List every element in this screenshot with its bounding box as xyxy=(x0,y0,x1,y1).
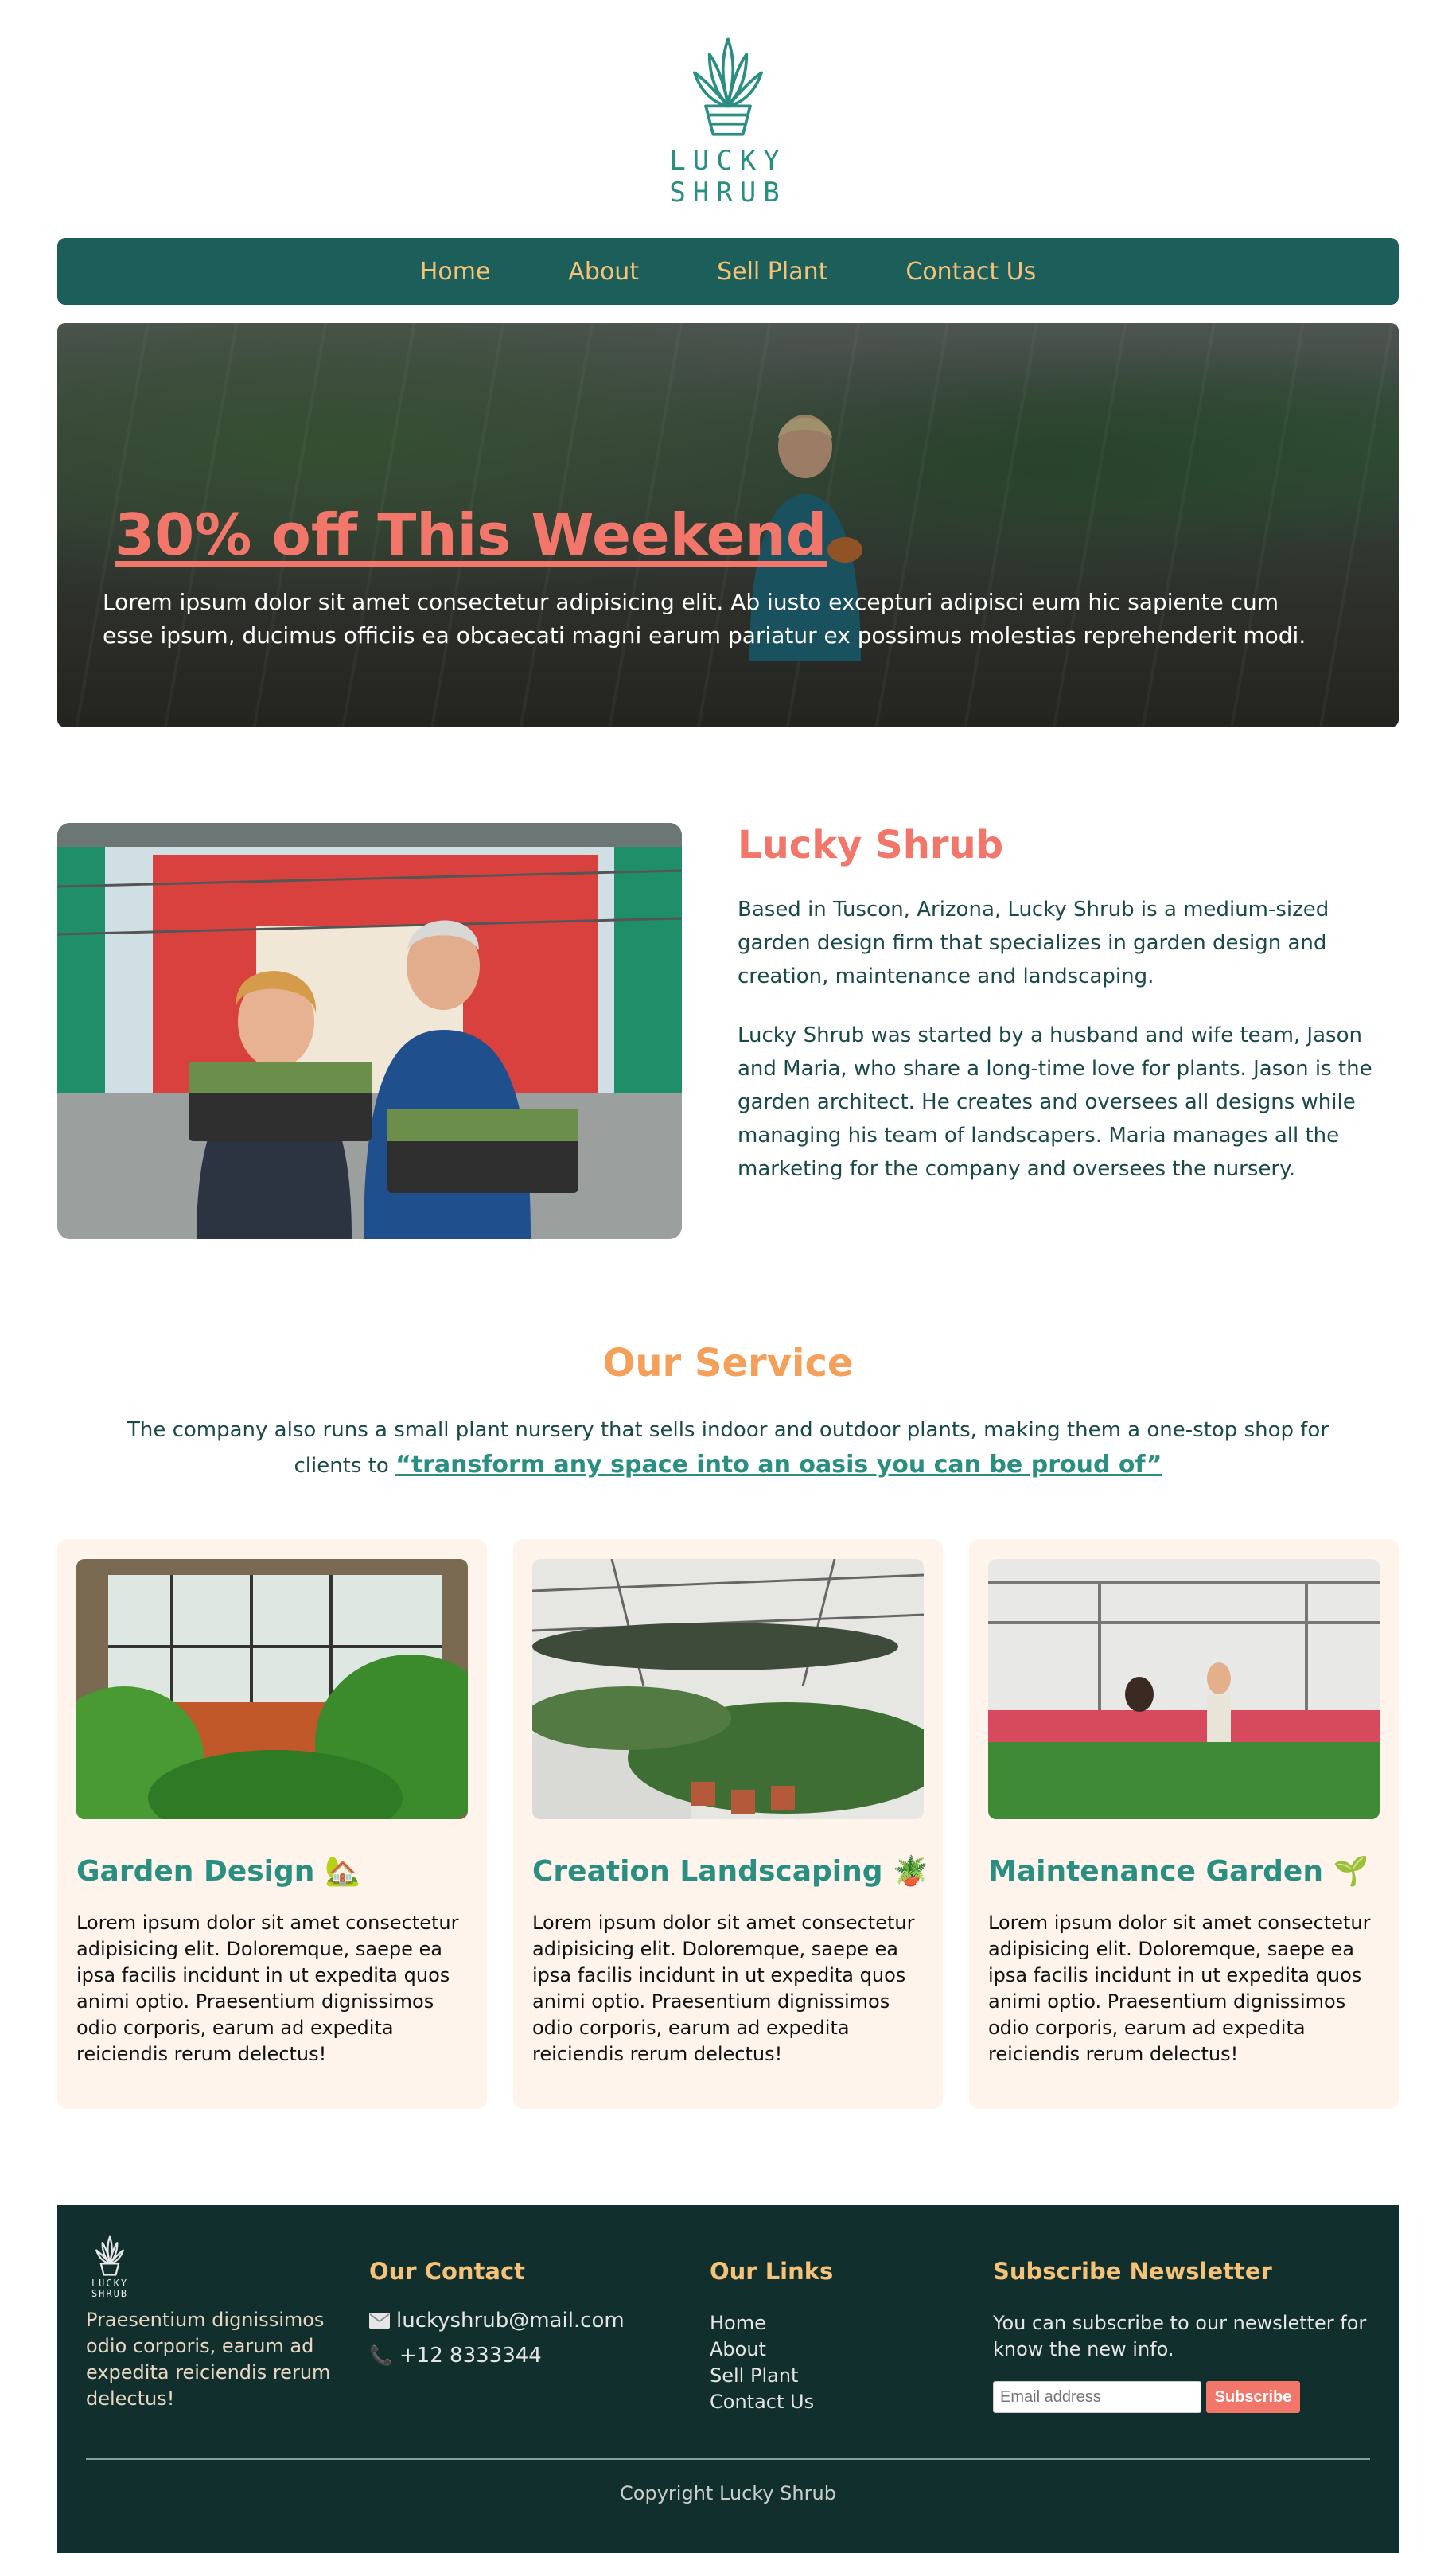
footer-logo[interactable]: LUCKY SHRUB xyxy=(86,2234,134,2299)
about-paragraph-1: Based in Tuscon, Arizona, Lucky Shrub is… xyxy=(738,898,1329,988)
newsletter-email-input[interactable] xyxy=(993,2381,1201,2413)
footer-logo-line2: SHRUB xyxy=(91,2288,129,2299)
nav-home[interactable]: Home xyxy=(420,258,491,286)
main-nav: Home About Sell Plant Contact Us xyxy=(57,238,1399,305)
nav-about[interactable]: About xyxy=(568,258,639,286)
footer-link-about[interactable]: About xyxy=(710,2337,814,2363)
service-card-image xyxy=(532,1559,924,1819)
footer-email-text[interactable]: luckyshrub@mail.com xyxy=(396,2309,625,2333)
footer-about-text: Praesentium dignissimos odio corporis, e… xyxy=(86,2309,331,2410)
service-card-text: Lorem ipsum dolor sit amet consectetur a… xyxy=(532,1912,915,2065)
seedling-icon: 🌱 xyxy=(1333,1855,1369,1888)
hero-headline[interactable]: 30% off This Weekend xyxy=(115,501,827,568)
footer-link-contact-us[interactable]: Contact Us xyxy=(710,2389,814,2415)
phone-icon: 📞 xyxy=(369,2344,393,2367)
service-card-image xyxy=(76,1559,468,1819)
nav-contact-us[interactable]: Contact Us xyxy=(905,258,1036,286)
logo-text-line1: LUCKY xyxy=(669,145,787,177)
logo-text-line2: SHRUB xyxy=(669,177,787,209)
site-logo[interactable]: LUCKY SHRUB xyxy=(0,32,1456,207)
service-card-maintenance-garden: Maintenance Garden 🌱 Lorem ipsum dolor s… xyxy=(969,1539,1399,2109)
site-footer: LUCKY SHRUB Praesentium dignissimos odio… xyxy=(57,2205,1399,2553)
house-icon: 🏡 xyxy=(324,1855,360,1888)
service-quote-link[interactable]: “transform any space into an oasis you c… xyxy=(395,1451,1162,1479)
about-photo xyxy=(57,823,682,1239)
footer-newsletter-text: You can subscribe to our newsletter for … xyxy=(993,2312,1367,2360)
service-card-title: Garden Design 🏡 xyxy=(76,1855,360,1888)
footer-phone-text[interactable]: +12 8333344 xyxy=(399,2344,542,2368)
service-card-garden-design: Garden Design 🏡 Lorem ipsum dolor sit am… xyxy=(57,1539,487,2109)
potted-plant-icon: 🪴 xyxy=(893,1855,928,1888)
service-card-image xyxy=(988,1559,1380,1819)
plant-pot-icon xyxy=(693,37,763,136)
about-title: Lucky Shrub xyxy=(738,823,1004,867)
footer-links-title: Our Links xyxy=(710,2258,834,2285)
plant-pot-icon xyxy=(95,2235,124,2276)
service-card-text: Lorem ipsum dolor sit amet consectetur a… xyxy=(988,1912,1371,2065)
footer-divider xyxy=(86,2458,1370,2460)
footer-contact-title: Our Contact xyxy=(369,2258,526,2285)
about-paragraph-2: Lucky Shrub was started by a husband and… xyxy=(738,1023,1372,1181)
footer-copyright: Copyright Lucky Shrub xyxy=(620,2482,836,2504)
footer-email[interactable]: luckyshrub@mail.com xyxy=(369,2309,625,2333)
subscribe-button[interactable]: Subscribe xyxy=(1206,2381,1300,2413)
footer-link-home[interactable]: Home xyxy=(710,2310,814,2337)
service-title: Our Service xyxy=(602,1341,854,1386)
service-card-title: Maintenance Garden 🌱 xyxy=(988,1855,1369,1888)
footer-links: Home About Sell Plant Contact Us xyxy=(710,2310,814,2415)
envelope-icon xyxy=(369,2313,390,2329)
service-intro: The company also runs a small plant nurs… xyxy=(119,1413,1337,1483)
hero-banner: 30% off This Weekend Lorem ipsum dolor s… xyxy=(57,323,1399,727)
hero-text: Lorem ipsum dolor sit amet consectetur a… xyxy=(103,589,1306,649)
footer-link-sell-plant[interactable]: Sell Plant xyxy=(710,2363,814,2389)
footer-newsletter-title: Subscribe Newsletter xyxy=(993,2258,1272,2285)
service-card-text: Lorem ipsum dolor sit amet consectetur a… xyxy=(76,1912,459,2065)
about-photo-illustration xyxy=(57,823,682,1239)
service-card-creation-landscaping: Creation Landscaping 🪴 Lorem ipsum dolor… xyxy=(513,1539,943,2109)
nav-sell-plant[interactable]: Sell Plant xyxy=(717,258,827,286)
service-card-title: Creation Landscaping 🪴 xyxy=(532,1855,928,1888)
footer-phone[interactable]: 📞 +12 8333344 xyxy=(369,2344,542,2368)
